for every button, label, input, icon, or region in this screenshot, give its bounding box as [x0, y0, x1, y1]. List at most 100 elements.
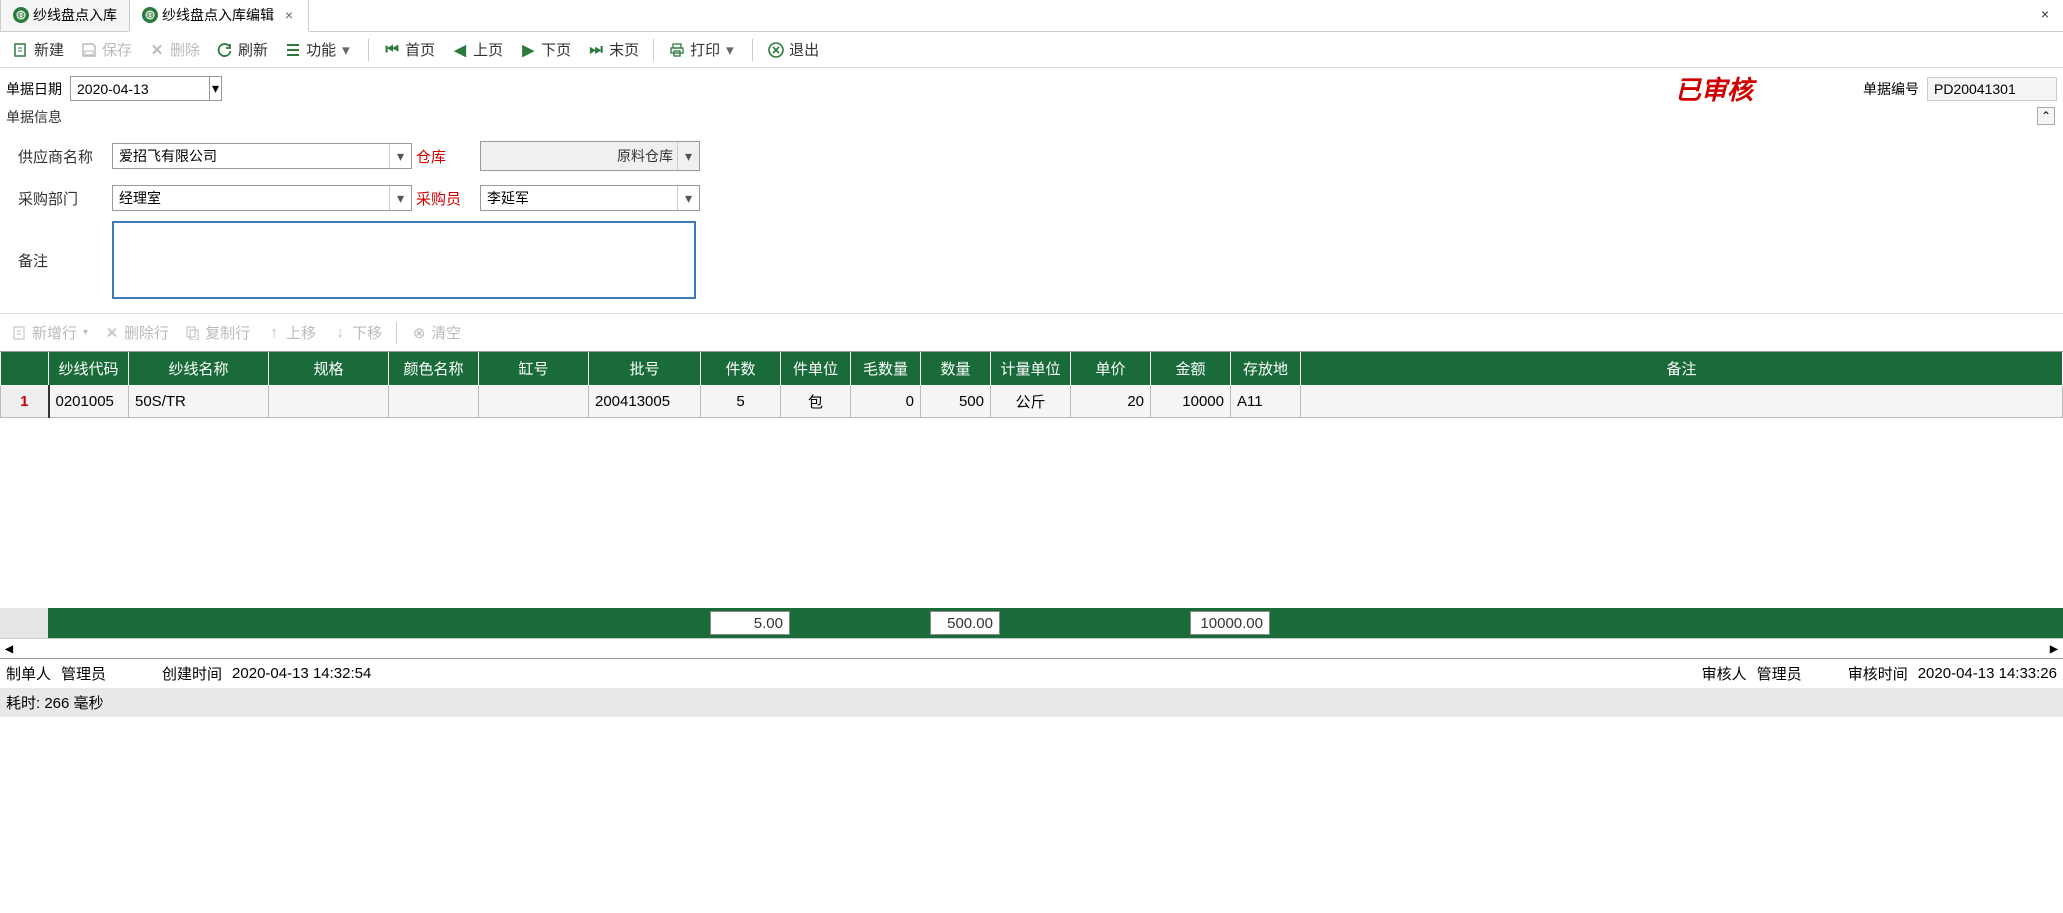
new-button[interactable]: 新建 — [6, 37, 70, 62]
audit-stamp: 已审核 — [1675, 70, 1753, 107]
last-icon: ⏭ — [587, 41, 605, 59]
col-code[interactable]: 纱线代码 — [49, 352, 129, 386]
supplier-label: 供应商名称 — [18, 146, 108, 167]
col-uom[interactable]: 计量单位 — [991, 352, 1071, 386]
doc-date-input[interactable] — [70, 76, 210, 101]
cell-name[interactable]: 50S/TR — [129, 386, 269, 418]
sum-amount: 10000.00 — [1190, 611, 1270, 635]
cell-spec[interactable] — [269, 386, 389, 418]
chevron-down-icon[interactable]: ▾ — [389, 186, 411, 210]
delete-icon: ✕ — [148, 41, 166, 59]
scroll-left-icon[interactable]: ◀ — [0, 640, 18, 658]
row-number: 1 — [1, 386, 49, 418]
cell-loc[interactable]: A11 — [1231, 386, 1301, 418]
doc-date-label: 单据日期 — [6, 79, 62, 99]
buyer-select[interactable]: ▾ — [480, 185, 700, 211]
close-all-icon[interactable]: × — [2035, 4, 2055, 24]
chevron-down-icon: ▾ — [83, 327, 88, 338]
close-icon[interactable]: × — [282, 8, 296, 22]
cell-pcs[interactable]: 5 — [701, 386, 781, 418]
col-spec[interactable]: 规格 — [269, 352, 389, 386]
save-button[interactable]: 保存 — [74, 37, 138, 62]
cell-qty[interactable]: 500 — [921, 386, 991, 418]
buyer-label: 采购员 — [416, 188, 476, 209]
prev-button[interactable]: ◀ 上页 — [445, 37, 509, 62]
first-icon: ⏮ — [383, 41, 401, 59]
chevron-down-icon[interactable]: ▾ — [389, 144, 411, 168]
prev-icon: ◀ — [451, 41, 469, 59]
delrow-button[interactable]: ✕ 删除行 — [98, 320, 175, 345]
down-icon: ↓ — [332, 325, 348, 341]
auditor-label: 审核人 — [1702, 663, 1747, 684]
tab-inventory[interactable]: 纱线盘点入库 — [0, 0, 130, 31]
cell-remark[interactable] — [1301, 386, 2063, 418]
data-grid: 纱线代码 纱线名称 规格 颜色名称 缸号 批号 件数 件单位 毛数量 数量 计量… — [0, 351, 2063, 659]
col-qty[interactable]: 数量 — [921, 352, 991, 386]
tab-bar: 纱线盘点入库 纱线盘点入库编辑 × × — [0, 0, 2063, 32]
new-icon — [12, 41, 30, 59]
table-row[interactable]: 1 0201005 50S/TR 200413005 5 包 0 500 公斤 … — [1, 386, 2063, 418]
chevron-down-icon[interactable]: ▾ — [210, 76, 222, 101]
chevron-down-icon[interactable]: ▾ — [677, 142, 699, 170]
remark-input[interactable] — [112, 221, 696, 299]
collapse-icon[interactable]: ⌃ — [2037, 107, 2055, 125]
delete-icon: ✕ — [104, 325, 120, 341]
next-icon: ▶ — [519, 41, 537, 59]
scroll-right-icon[interactable]: ▶ — [2045, 640, 2063, 658]
cell-gross[interactable]: 0 — [851, 386, 921, 418]
movedown-button[interactable]: ↓ 下移 — [326, 320, 388, 345]
ctime-value: 2020-04-13 14:32:54 — [232, 665, 371, 682]
func-button[interactable]: 功能 ▾ — [278, 37, 360, 62]
clear-button[interactable]: ⊗ 清空 — [405, 320, 467, 345]
maker-value: 管理员 — [61, 663, 106, 684]
cell-amount[interactable]: 10000 — [1151, 386, 1231, 418]
col-amount[interactable]: 金额 — [1151, 352, 1231, 386]
dept-select[interactable]: ▾ — [112, 185, 412, 211]
cell-lot[interactable]: 200413005 — [589, 386, 701, 418]
delete-button[interactable]: ✕ 删除 — [142, 37, 206, 62]
chevron-down-icon: ▾ — [342, 41, 354, 59]
up-icon: ↑ — [266, 325, 282, 341]
atime-label: 审核时间 — [1848, 663, 1908, 684]
grid-viewport[interactable] — [0, 418, 2063, 608]
tab-label: 纱线盘点入库 — [33, 5, 117, 25]
grid-summary: 5.00 500.00 10000.00 — [0, 608, 2063, 638]
tab-label: 纱线盘点入库编辑 — [162, 5, 274, 25]
cell-price[interactable]: 20 — [1071, 386, 1151, 418]
copyrow-button[interactable]: 复制行 — [179, 320, 256, 345]
col-lot[interactable]: 批号 — [589, 352, 701, 386]
refresh-button[interactable]: 刷新 — [210, 37, 274, 62]
col-price[interactable]: 单价 — [1071, 352, 1151, 386]
moveup-button[interactable]: ↑ 上移 — [260, 320, 322, 345]
tab-inventory-edit[interactable]: 纱线盘点入库编辑 × — [129, 0, 309, 32]
horizontal-scrollbar[interactable]: ◀ ▶ — [0, 638, 2063, 658]
col-pcsunit[interactable]: 件单位 — [781, 352, 851, 386]
exit-button[interactable]: 退出 — [761, 37, 825, 62]
separator — [752, 39, 753, 61]
print-button[interactable]: 打印 ▾ — [662, 37, 744, 62]
col-remark[interactable]: 备注 — [1301, 352, 2063, 386]
cell-code[interactable]: 0201005 — [49, 386, 129, 418]
cell-uom[interactable]: 公斤 — [991, 386, 1071, 418]
col-color[interactable]: 颜色名称 — [389, 352, 479, 386]
col-vat[interactable]: 缸号 — [479, 352, 589, 386]
cell-vat[interactable] — [479, 386, 589, 418]
col-pcs[interactable]: 件数 — [701, 352, 781, 386]
addrow-button[interactable]: 新增行 ▾ — [6, 320, 94, 345]
globe-icon — [13, 7, 29, 23]
separator — [653, 39, 654, 61]
warehouse-select[interactable]: 原料仓库 ▾ — [480, 141, 700, 171]
col-name[interactable]: 纱线名称 — [129, 352, 269, 386]
sum-pcs: 5.00 — [710, 611, 790, 635]
chevron-down-icon[interactable]: ▾ — [677, 186, 699, 210]
col-loc[interactable]: 存放地 — [1231, 352, 1301, 386]
cell-pcsunit[interactable]: 包 — [781, 386, 851, 418]
supplier-select[interactable]: ▾ — [112, 143, 412, 169]
last-button[interactable]: ⏭ 末页 — [581, 37, 645, 62]
addrow-icon — [12, 325, 28, 341]
col-rownum[interactable] — [1, 352, 49, 386]
next-button[interactable]: ▶ 下页 — [513, 37, 577, 62]
first-button[interactable]: ⏮ 首页 — [377, 37, 441, 62]
cell-color[interactable] — [389, 386, 479, 418]
col-gross[interactable]: 毛数量 — [851, 352, 921, 386]
